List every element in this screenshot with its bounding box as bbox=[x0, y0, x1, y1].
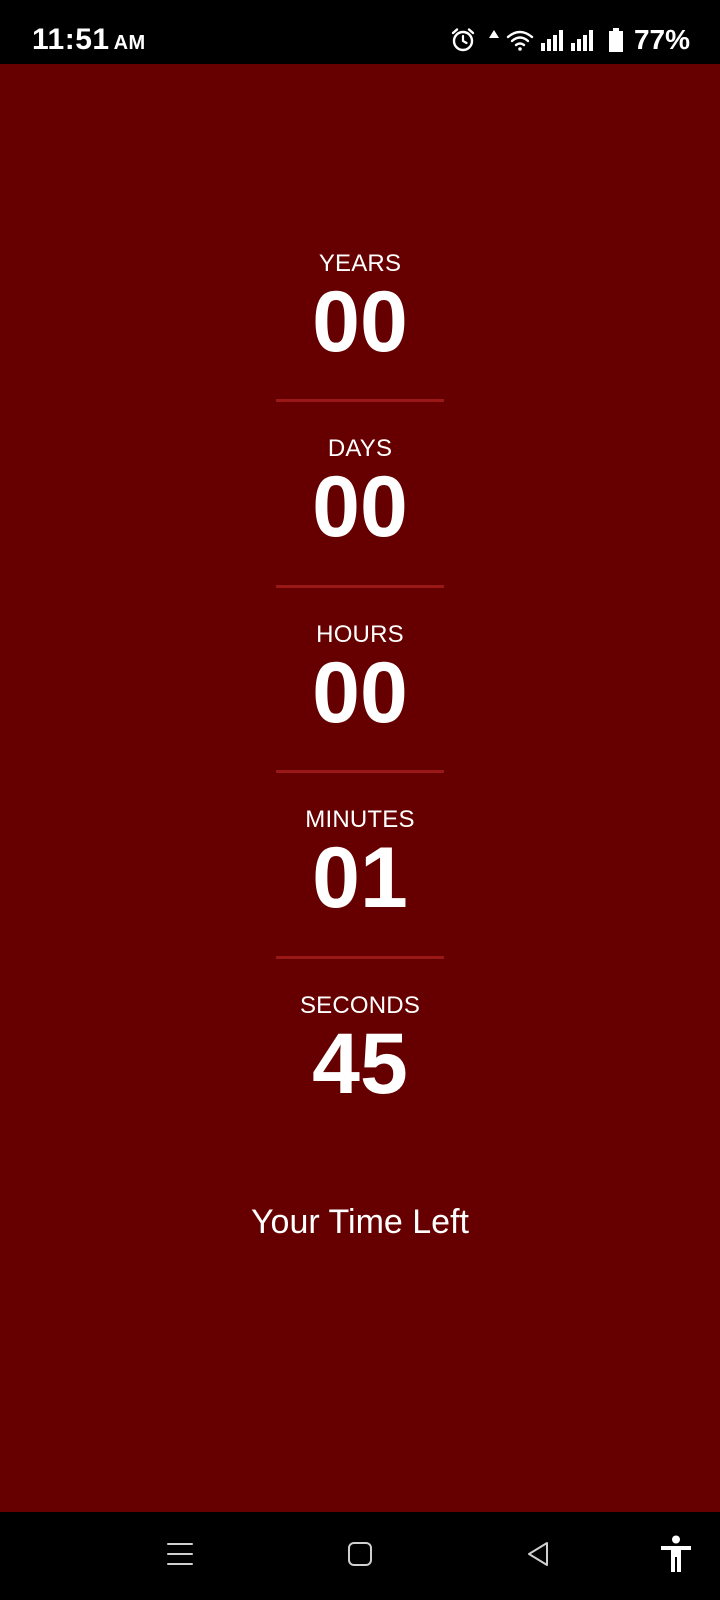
divider bbox=[276, 956, 444, 959]
divider bbox=[276, 399, 444, 402]
recent-apps-button[interactable] bbox=[154, 1530, 206, 1582]
unit-value: 00 bbox=[312, 274, 408, 370]
accessibility-icon bbox=[659, 1535, 693, 1578]
clock-time: 11:51 bbox=[32, 23, 110, 56]
back-icon bbox=[525, 1540, 551, 1573]
countdown-minutes: MINUTES 01 bbox=[0, 806, 720, 924]
data-arrow-icon bbox=[488, 27, 500, 53]
clock-ampm: AM bbox=[113, 32, 146, 54]
unit-value: 00 bbox=[312, 645, 408, 741]
unit-value: 00 bbox=[312, 459, 408, 555]
signal-icon bbox=[570, 27, 594, 53]
accessibility-button[interactable] bbox=[650, 1530, 702, 1582]
navigation-bar bbox=[0, 1512, 720, 1600]
status-bar: 11:51 AM 77% bbox=[0, 0, 720, 64]
status-time: 11:51 AM bbox=[32, 22, 146, 61]
time-left-caption: Your Time Left bbox=[251, 1203, 469, 1241]
countdown-screen: YEARS 00 DAYS 00 HOURS 00 MINUTES 01 SEC… bbox=[0, 64, 720, 1512]
alarm-icon bbox=[450, 27, 476, 53]
signal-icon bbox=[540, 27, 564, 53]
unit-value: 01 bbox=[312, 830, 408, 926]
unit-value: 45 bbox=[312, 1016, 408, 1112]
screen: 11:51 AM 77% YEARS 00 DAYS 00 HOURS 00 M… bbox=[0, 0, 720, 1600]
battery-percent: 77% bbox=[633, 24, 690, 55]
countdown-years: YEARS 00 bbox=[0, 250, 720, 368]
home-icon bbox=[347, 1541, 373, 1572]
home-button[interactable] bbox=[334, 1530, 386, 1582]
battery-icon bbox=[608, 27, 624, 53]
divider bbox=[276, 585, 444, 588]
recent-apps-icon bbox=[166, 1541, 194, 1572]
back-button[interactable] bbox=[512, 1530, 564, 1582]
countdown-seconds: SECONDS 45 bbox=[0, 992, 720, 1110]
countdown-hours: HOURS 00 bbox=[0, 621, 720, 739]
divider bbox=[276, 770, 444, 773]
wifi-icon bbox=[506, 27, 534, 53]
status-icons: 77% bbox=[450, 22, 690, 58]
countdown-days: DAYS 00 bbox=[0, 435, 720, 553]
